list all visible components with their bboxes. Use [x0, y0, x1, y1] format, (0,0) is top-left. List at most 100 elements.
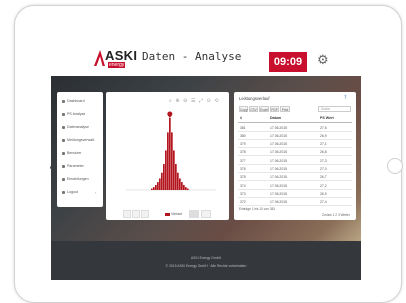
app-title: Daten - Analyse [142, 50, 242, 63]
chart-bar[interactable] [179, 178, 181, 190]
table-title: Leistungsverlauf [239, 96, 270, 101]
cell-id: 375 [240, 175, 246, 180]
logo-subtext: energy [108, 62, 126, 68]
pager-zoom-button[interactable] [189, 210, 199, 218]
legend-swatch [165, 212, 170, 216]
chart-bar[interactable] [155, 184, 157, 190]
cell-datum: 17.06.2015 [270, 158, 287, 163]
pdf-button[interactable]: PDF [270, 106, 279, 112]
cell-id: 379 [240, 142, 246, 147]
sidebar-item-einstellungen[interactable]: Einstellungen [57, 174, 103, 186]
chart-bar[interactable] [167, 132, 169, 190]
cell-datum: 17.06.2015 [270, 200, 287, 205]
chart-bar[interactable] [183, 184, 185, 190]
pager-first-button[interactable] [123, 210, 131, 218]
cell-wert: 27,4 [320, 200, 327, 205]
pager-prev-button[interactable] [132, 210, 140, 218]
chart-bar[interactable] [171, 132, 173, 190]
chart-bar[interactable] [185, 187, 187, 190]
message-icon [62, 139, 65, 142]
chart-bar[interactable] [159, 178, 161, 190]
cell-id: 374 [240, 183, 246, 188]
chart-bar[interactable] [161, 172, 163, 190]
sidebar-item-benutzer[interactable]: Benutzer [57, 148, 103, 160]
cell-id: 373 [240, 191, 246, 196]
dashboard-icon [62, 100, 65, 103]
cell-datum: 17.06.2015 [270, 133, 287, 138]
table-row[interactable]: 375 17.06.2015 26,7 [238, 173, 352, 182]
sidebar-item-parameter[interactable]: Parameter [57, 161, 103, 173]
chart-bar[interactable] [169, 118, 171, 190]
logout-icon [62, 191, 65, 194]
chart-bar[interactable] [181, 182, 183, 190]
sidebar-item-label: Benutzer [67, 151, 82, 155]
pager-next-button[interactable] [201, 210, 211, 218]
cell-datum: 17.06.2015 [270, 183, 287, 188]
sidebar-item-dashboard[interactable]: Dashboard [57, 96, 103, 108]
column-header-datum[interactable]: Datum [270, 116, 281, 120]
chart-bar[interactable] [163, 164, 165, 190]
help-icon[interactable]: ? [344, 95, 347, 101]
copy-button[interactable]: Copy [239, 106, 248, 112]
main-content: Dashboard PS Analyse Datenanalyse Meldungsv… [51, 76, 361, 241]
chart-bar[interactable] [165, 150, 167, 190]
chart-panel: ⌕ ⊕ ⊖ ☰ ⤢ ⊙ ⟲ Verlauf [106, 92, 229, 220]
cell-id: 381 [240, 125, 246, 130]
table-row[interactable]: 377 17.06.2015 27,3 [238, 156, 352, 165]
wrench-icon [62, 165, 65, 168]
cell-datum: 17.06.2015 [270, 125, 287, 130]
chart-bar[interactable] [151, 188, 153, 190]
chart-bar[interactable] [157, 182, 159, 190]
cell-wert: 27,2 [320, 183, 327, 188]
chart-bar[interactable] [187, 188, 189, 190]
cell-id: 380 [240, 133, 246, 138]
column-header-id[interactable]: # [240, 116, 242, 120]
cell-wert: 26,8 [320, 150, 327, 155]
cell-wert: 26,9 [320, 133, 327, 138]
chevron-right-icon: › [95, 190, 97, 195]
cell-id: 377 [240, 158, 246, 163]
chart-legend[interactable]: Verlauf [165, 212, 182, 216]
logo-triangle-icon [94, 50, 105, 66]
legend-label: Verlauf [171, 212, 183, 216]
aski-logo[interactable]: ASKI energy [94, 47, 137, 69]
cell-wert: 27,3 [320, 158, 327, 163]
chart-bar[interactable] [177, 172, 179, 190]
table-search-input[interactable]: Suche [318, 106, 351, 112]
print-button[interactable]: Print [280, 106, 290, 112]
sidebar-item-datenanalyse[interactable]: Datenanalyse [57, 122, 103, 134]
table-row[interactable]: 378 17.06.2015 26,8 [238, 148, 352, 157]
home-button[interactable] [387, 158, 403, 174]
column-header-wert[interactable]: PS Wert [320, 116, 334, 120]
user-icon [62, 152, 65, 155]
cell-datum: 17.06.2015 [270, 191, 287, 196]
clock-display: 09:09 [269, 52, 307, 72]
pager-page-button[interactable] [141, 210, 149, 218]
cell-wert: 26,7 [320, 175, 327, 180]
cell-datum: 17.06.2015 [270, 167, 287, 171]
settings-gear-icon[interactable]: ⚙ [317, 54, 331, 68]
table-info: Einträge 1 bis 10 von 381 [239, 207, 276, 211]
chart-bar[interactable] [153, 187, 155, 190]
sidebar-item-label: Parameter [67, 164, 84, 168]
table-pagination[interactable]: Zurück 1 2 3 Weiter [322, 213, 350, 217]
table-row[interactable]: 376 17.06.2015 27,0 [238, 165, 352, 173]
table-row[interactable]: 379 17.06.2015 27,1 [238, 140, 352, 149]
excel-button[interactable]: Excel [259, 106, 269, 112]
sidebar-item-logout[interactable]: Logout › [57, 187, 103, 199]
table-row[interactable]: 381 17.06.2015 27,6 [238, 123, 352, 132]
sidebar-item-meldungsverwalt[interactable]: Meldungsverwalt. [57, 135, 103, 147]
table-row[interactable]: 374 17.06.2015 27,2 [238, 181, 352, 190]
sidebar-item-ps-analyse[interactable]: PS Analyse [57, 109, 103, 121]
table-row[interactable]: 380 17.06.2015 26,9 [238, 131, 352, 140]
csv-button[interactable]: CSV [249, 106, 258, 112]
table-row[interactable]: 373 17.06.2015 26,9 [238, 189, 352, 198]
table-row[interactable]: 372 17.06.2015 27,4 [238, 198, 352, 207]
app-header: ASKI energy Daten - Analyse 09:09 ⚙ [51, 39, 361, 76]
sidebar-item-label: Datenanalyse [67, 125, 89, 129]
chart-bar[interactable] [175, 164, 177, 190]
chart-bar[interactable] [173, 150, 175, 190]
logo-text: ASKI [105, 48, 138, 63]
sidebar: Dashboard PS Analyse Datenanalyse Meldungsv… [57, 92, 103, 207]
sidebar-item-label: Dashboard [67, 99, 85, 103]
